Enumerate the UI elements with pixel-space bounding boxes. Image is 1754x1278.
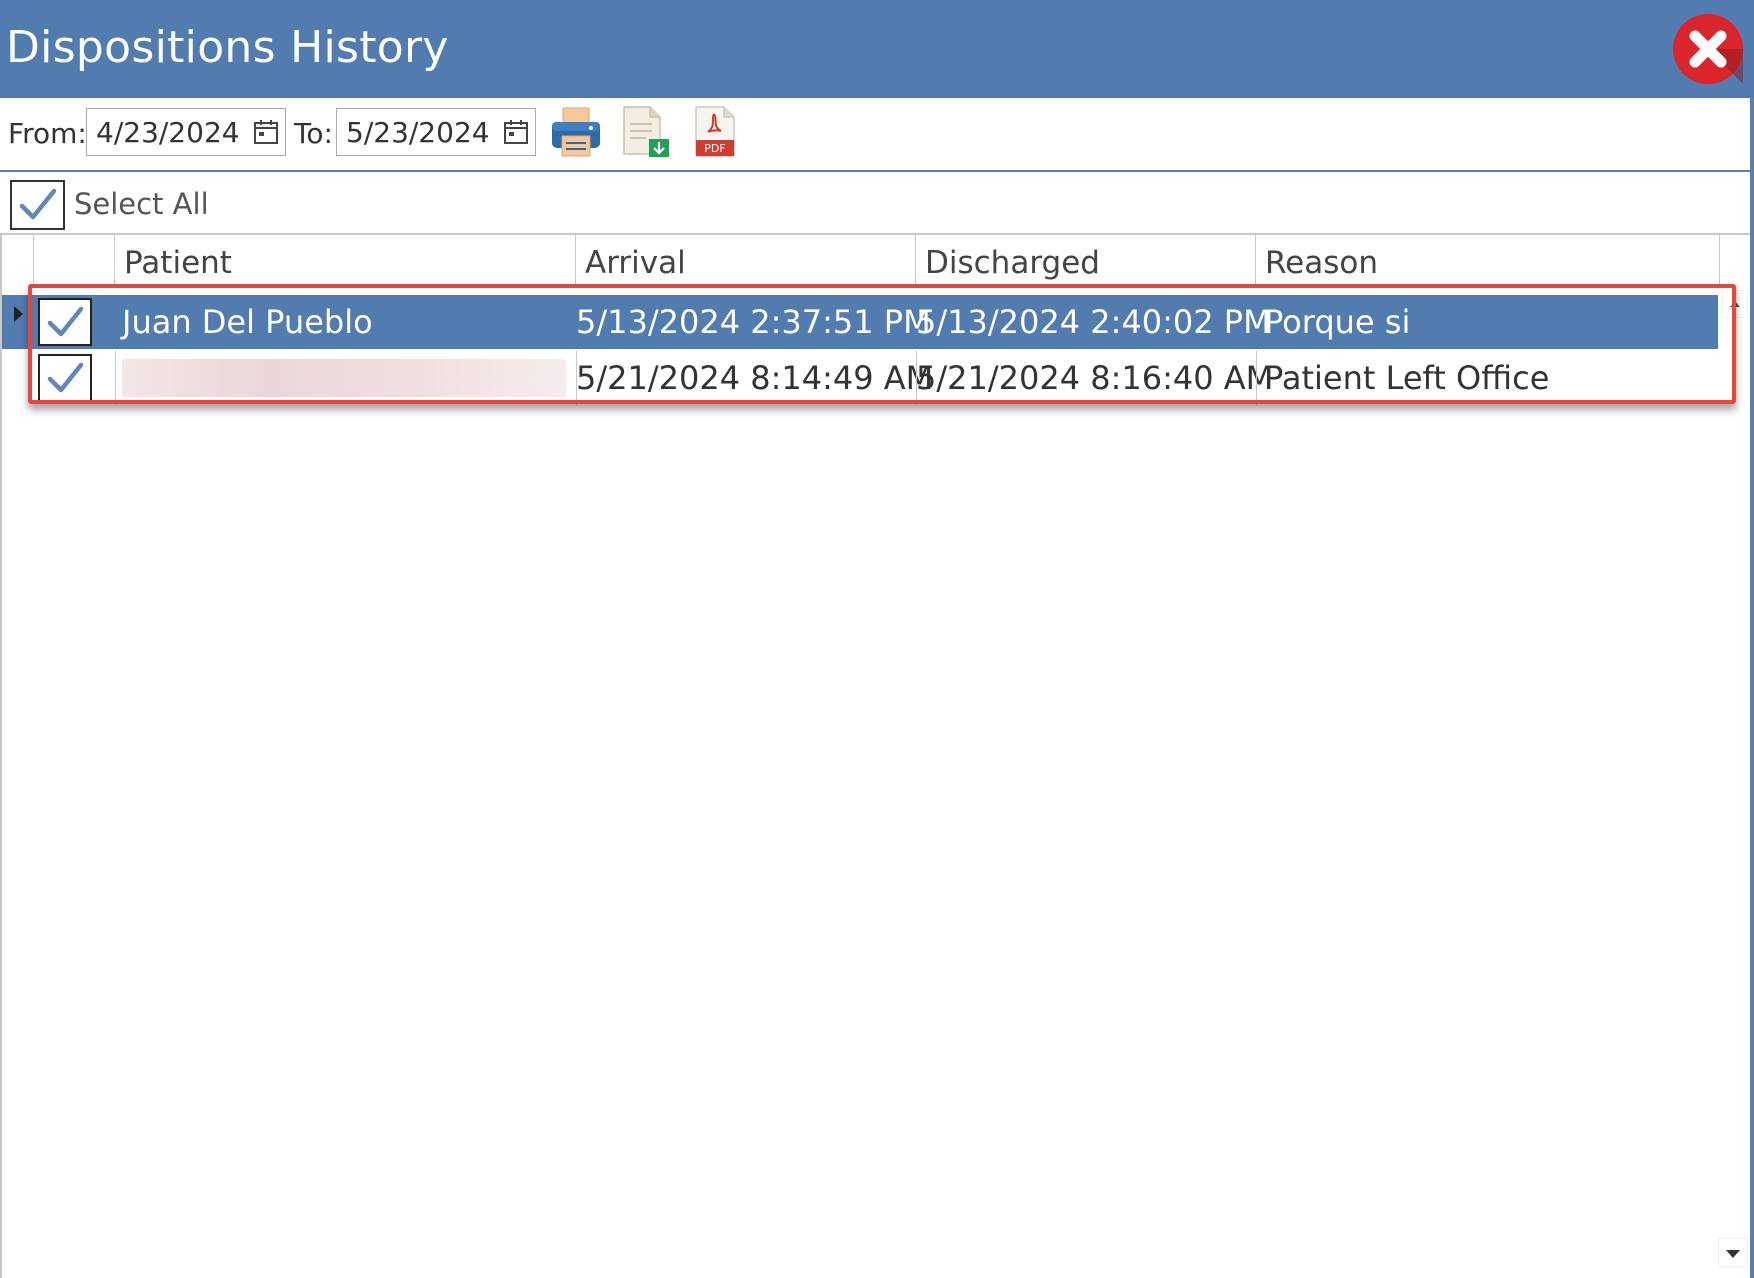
window-title: Dispositions History — [6, 22, 449, 73]
close-button[interactable] — [1671, 12, 1745, 86]
pdf-export-button[interactable]: PDF — [694, 106, 736, 158]
current-row-indicator — [14, 306, 23, 322]
from-date-picker[interactable]: 4/23/2024 — [86, 108, 286, 156]
checkmark-icon — [19, 188, 57, 220]
to-date-picker[interactable]: 5/23/2024 — [336, 108, 536, 156]
pdf-icon: PDF — [695, 106, 735, 157]
pdf-badge-text: PDF — [704, 142, 725, 155]
from-label: From: — [8, 117, 87, 150]
select-all-checkbox[interactable] — [10, 180, 65, 230]
row-header-corner — [2, 235, 34, 287]
column-header-discharged[interactable]: Discharged — [916, 235, 1256, 287]
select-all-label: Select All — [74, 187, 209, 221]
close-icon — [1673, 14, 1743, 84]
from-date-value[interactable]: 4/23/2024 — [96, 115, 240, 151]
to-date-value[interactable]: 5/23/2024 — [346, 115, 490, 151]
to-label: To: — [294, 117, 333, 150]
print-icon — [552, 107, 600, 157]
window-border — [1750, 98, 1754, 1278]
print-button[interactable] — [550, 106, 602, 158]
select-all-row: Select All — [0, 172, 1750, 232]
column-header-reason[interactable]: Reason — [1256, 235, 1720, 287]
export-document-icon — [623, 106, 669, 157]
calendar-icon[interactable] — [253, 119, 279, 145]
scroll-down-arrow-icon[interactable] — [1718, 1238, 1748, 1268]
title-bar: Dispositions History — [0, 0, 1754, 98]
export-button[interactable] — [622, 106, 670, 158]
column-header-arrival[interactable]: Arrival — [576, 235, 916, 287]
highlight-annotation — [28, 284, 1736, 404]
column-header-patient[interactable]: Patient — [115, 235, 576, 287]
calendar-icon[interactable] — [503, 119, 529, 145]
toolbar: From: 4/23/2024 To: 5/23/2024 PDF — [0, 98, 1750, 172]
checkbox-column-header[interactable] — [34, 235, 115, 287]
